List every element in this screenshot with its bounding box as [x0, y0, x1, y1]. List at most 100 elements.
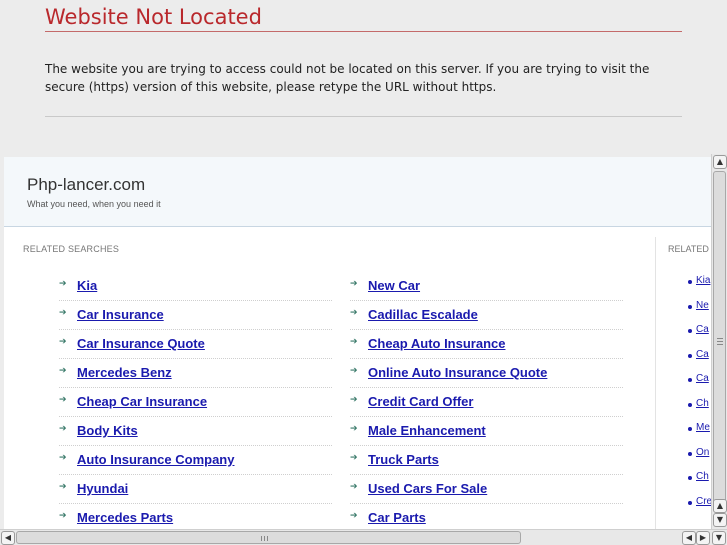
- list-item: ➔ Cadillac Escalade: [350, 301, 623, 330]
- list-item: ➔ Car Insurance Quote: [59, 330, 332, 359]
- list-item: Cre: [688, 496, 711, 521]
- sidebar-related-list: Kia Ne Ca Ca Ca Ch Me On Ch Cre: [688, 275, 711, 520]
- sidebar-link[interactable]: On: [696, 447, 709, 458]
- arrow-icon: ➔: [59, 482, 67, 492]
- list-item: ➔ Male Enhancement: [350, 417, 623, 446]
- search-link[interactable]: Kia: [77, 278, 97, 293]
- grip-line: [717, 338, 723, 339]
- list-item: ➔ Credit Card Offer: [350, 388, 623, 417]
- list-item: ➔ New Car: [350, 272, 623, 301]
- search-link[interactable]: Cheap Auto Insurance: [368, 336, 505, 351]
- search-link[interactable]: Used Cars For Sale: [368, 481, 487, 496]
- related-searches-label: RELATED SEARCHES: [23, 244, 120, 254]
- search-link[interactable]: Car Insurance Quote: [77, 336, 205, 351]
- bullet-icon: [688, 329, 692, 333]
- search-link[interactable]: Credit Card Offer: [368, 394, 473, 409]
- list-item: Ca: [688, 349, 711, 374]
- grip-line: [717, 341, 723, 342]
- arrow-icon: ➔: [350, 395, 358, 405]
- bullet-icon: [688, 378, 692, 382]
- error-title: Website Not Located: [45, 5, 262, 29]
- arrow-icon: ➔: [350, 453, 358, 463]
- sidebar-link[interactable]: Kia: [696, 275, 710, 286]
- grip-line: [717, 344, 723, 345]
- related-column-2: ➔ New Car ➔ Cadillac Escalade ➔ Cheap Auto …: [350, 272, 623, 529]
- list-item: ➔ Cheap Car Insurance: [59, 388, 332, 417]
- vertical-scroll-thumb[interactable]: [713, 171, 726, 512]
- bullet-icon: [688, 402, 692, 407]
- message-divider: [45, 116, 682, 117]
- list-item: ➔ Auto Insurance Company: [59, 446, 332, 475]
- bullet-icon: [688, 353, 692, 358]
- list-item: Kia: [688, 275, 711, 300]
- scroll-up-button[interactable]: ▲: [713, 155, 727, 169]
- arrow-icon: ➔: [59, 308, 67, 318]
- list-item: ➔ Car Insurance: [59, 301, 332, 330]
- list-item: Ch: [688, 398, 711, 423]
- list-item: ➔ Used Cars For Sale: [350, 475, 623, 504]
- scroll-down-button[interactable]: ▼: [712, 531, 726, 545]
- search-link[interactable]: Mercedes Parts: [77, 510, 173, 525]
- list-item: ➔ Cheap Auto Insurance: [350, 330, 623, 359]
- sidebar-link[interactable]: Cre: [696, 496, 711, 507]
- bullet-icon: [688, 500, 692, 505]
- search-link[interactable]: Hyundai: [77, 481, 128, 496]
- search-link[interactable]: Cadillac Escalade: [368, 307, 478, 322]
- scroll-up-button[interactable]: ▲: [713, 499, 727, 513]
- sidebar-link[interactable]: Ca: [696, 349, 709, 360]
- list-item: ➔ Kia: [59, 272, 332, 301]
- sidebar-link[interactable]: Ca: [696, 324, 709, 335]
- vertical-scrollbar[interactable]: ▲ ▲ ▼: [711, 154, 727, 529]
- sidebar-divider: [655, 237, 656, 529]
- site-tagline: What you need, when you need it: [27, 199, 161, 209]
- list-item: Ca: [688, 373, 711, 398]
- scroll-down-button[interactable]: ▼: [713, 513, 727, 527]
- list-item: Me: [688, 422, 711, 447]
- title-divider: [45, 31, 682, 32]
- search-link[interactable]: Car Insurance: [77, 307, 164, 322]
- grip-line: [264, 536, 265, 541]
- sidebar-link[interactable]: Ch: [696, 471, 709, 482]
- search-link[interactable]: Body Kits: [77, 423, 138, 438]
- arrow-icon: ➔: [350, 511, 358, 521]
- grip-line: [267, 536, 268, 541]
- search-link[interactable]: Online Auto Insurance Quote: [368, 365, 547, 380]
- horizontal-scroll-thumb[interactable]: [16, 531, 521, 544]
- list-item: ➔ Hyundai: [59, 475, 332, 504]
- arrow-icon: ➔: [59, 511, 67, 521]
- search-link[interactable]: Mercedes Benz: [77, 365, 172, 380]
- arrow-icon: ➔: [350, 424, 358, 434]
- bullet-icon: [688, 451, 692, 456]
- list-item: ➔ Truck Parts: [350, 446, 623, 475]
- search-link[interactable]: Truck Parts: [368, 452, 439, 467]
- sidebar-link[interactable]: Ca: [696, 373, 709, 384]
- bullet-icon: [688, 304, 692, 309]
- site-header: Php-lancer.com What you need, when you n…: [4, 157, 711, 227]
- arrow-icon: ➔: [59, 279, 67, 289]
- scroll-left-button[interactable]: ◀: [682, 531, 696, 545]
- scroll-right-button[interactable]: ▶: [696, 531, 710, 545]
- sidebar-link[interactable]: Ch: [696, 398, 709, 409]
- list-item: On: [688, 447, 711, 472]
- list-item: ➔ Mercedes Benz: [59, 359, 332, 388]
- list-item: Ch: [688, 471, 711, 496]
- list-item: ➔ Online Auto Insurance Quote: [350, 359, 623, 388]
- search-link[interactable]: Auto Insurance Company: [77, 452, 234, 467]
- site-name[interactable]: Php-lancer.com: [27, 175, 145, 195]
- search-link[interactable]: Male Enhancement: [368, 423, 486, 438]
- arrow-icon: ➔: [59, 395, 67, 405]
- search-link[interactable]: Car Parts: [368, 510, 426, 525]
- list-item: Ca: [688, 324, 711, 349]
- arrow-icon: ➔: [350, 279, 358, 289]
- parked-page-frame: Php-lancer.com What you need, when you n…: [4, 157, 711, 529]
- list-item: ➔ Mercedes Parts: [59, 504, 332, 529]
- sidebar-link[interactable]: Ne: [696, 300, 709, 311]
- arrow-icon: ➔: [350, 366, 358, 376]
- search-link[interactable]: New Car: [368, 278, 420, 293]
- sidebar-related-label: RELATED: [668, 244, 709, 254]
- scroll-left-button[interactable]: ◀: [1, 531, 15, 545]
- arrow-icon: ➔: [59, 337, 67, 347]
- sidebar-link[interactable]: Me: [696, 422, 710, 433]
- search-link[interactable]: Cheap Car Insurance: [77, 394, 207, 409]
- horizontal-scrollbar[interactable]: ◀ ◀ ▶ ▼: [0, 529, 727, 545]
